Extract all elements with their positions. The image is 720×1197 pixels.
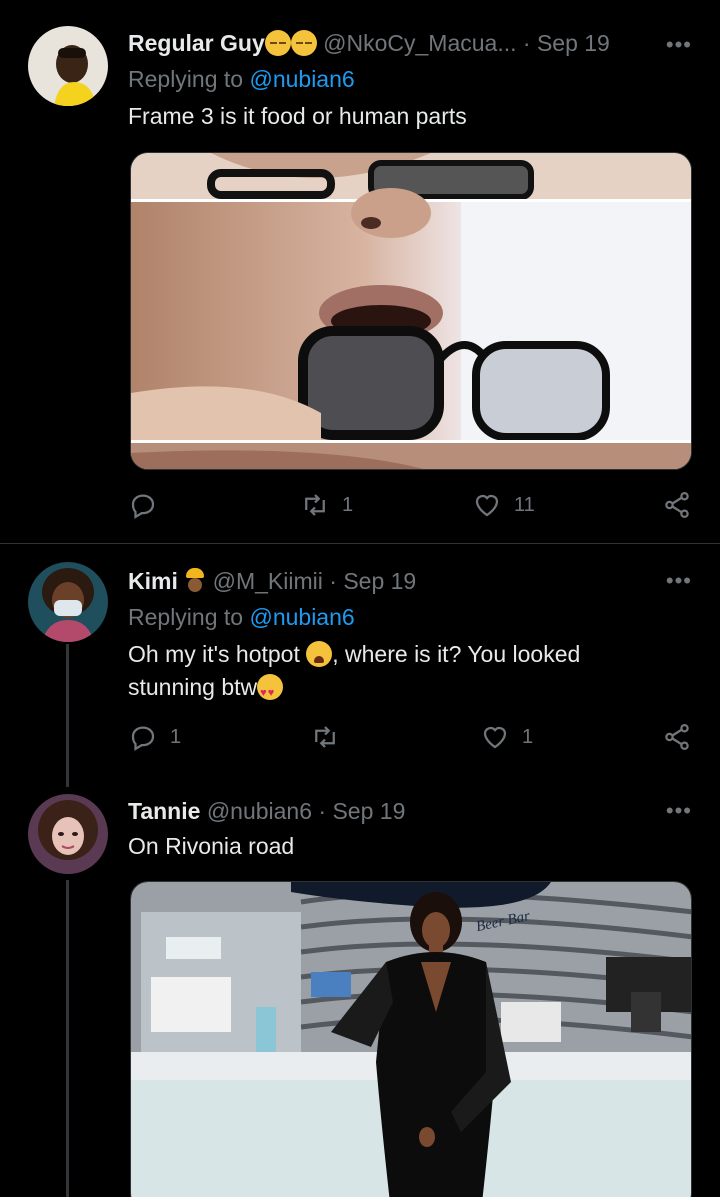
share-button[interactable] <box>662 722 692 752</box>
tweet-photo <box>131 153 691 469</box>
display-name[interactable]: Regular Guy <box>128 30 265 56</box>
thread-line <box>66 880 69 1197</box>
tweet-text-part-1: Oh my it's hotpot <box>128 641 307 667</box>
replying-to-label: Replying to <box>128 604 250 630</box>
like-button[interactable]: 1 <box>480 722 533 752</box>
sleeping-emoji-icon <box>290 30 317 56</box>
weary-face-emoji-icon <box>306 641 333 667</box>
more-options-button[interactable]: ••• <box>666 32 692 58</box>
retweet-count: 1 <box>342 493 354 516</box>
replying-to-handle-link[interactable]: @nubian6 <box>249 604 354 630</box>
tweet-tannie[interactable]: Tannie @nubian6 · Sep 19 ••• On Rivonia … <box>0 784 720 1197</box>
heart-icon <box>475 494 499 517</box>
replying-to: Replying to @nubian6 <box>128 604 355 631</box>
avatar[interactable] <box>28 562 108 642</box>
retweet-button[interactable] <box>310 722 352 752</box>
timestamp[interactable]: · Sep 19 <box>329 568 416 594</box>
username[interactable]: @nubian6 <box>207 798 312 824</box>
display-name[interactable]: Kimi <box>128 568 178 594</box>
tweet-media[interactable]: Beer Bar <box>130 881 692 1197</box>
reply-icon <box>131 726 155 751</box>
tweet-actions: 1 11 <box>128 490 698 524</box>
like-button[interactable]: 11 <box>472 490 535 520</box>
username[interactable]: @M_Kiimii <box>213 568 323 594</box>
tweet-kimi[interactable]: Kimi @M_Kiimii · Sep 19 ••• Replying to … <box>0 544 720 787</box>
username[interactable]: @NkoCy_Macua... <box>323 30 516 56</box>
like-count: 11 <box>514 493 535 516</box>
avatar-image <box>28 562 108 642</box>
retweet-icon <box>305 494 325 516</box>
timestamp[interactable]: · Sep 19 <box>318 798 405 824</box>
reply-button[interactable] <box>128 490 170 520</box>
reply-button[interactable]: 1 <box>128 722 181 752</box>
avatar-image <box>28 794 108 874</box>
tweet-regular-guy[interactable]: Regular Guy @NkoCy_Macua... · Sep 19 •••… <box>0 0 720 543</box>
avatar-image <box>28 26 108 106</box>
display-name[interactable]: Tannie <box>128 798 200 824</box>
replying-to: Replying to @nubian6 <box>128 66 355 93</box>
tweet-actions: 1 1 <box>128 722 698 756</box>
timestamp[interactable]: · Sep 19 <box>523 30 610 56</box>
avatar[interactable] <box>28 26 108 106</box>
tweet-text: On Rivonia road <box>128 833 295 859</box>
tweet-photo: Beer Bar <box>131 882 691 1197</box>
tweet-text: Oh my it's hotpot , where is it? You loo… <box>128 638 624 710</box>
tweet-text: Frame 3 is it food or human parts <box>128 103 467 129</box>
heart-icon <box>483 726 507 749</box>
share-icon <box>665 492 689 518</box>
reply-icon <box>131 494 155 519</box>
more-options-button[interactable]: ••• <box>666 568 692 594</box>
avatar[interactable] <box>28 794 108 874</box>
share-button[interactable] <box>662 490 692 520</box>
heart-eyes-emoji-icon <box>257 674 284 710</box>
tweet-media[interactable] <box>130 152 692 470</box>
replying-to-handle-link[interactable]: @nubian6 <box>249 66 354 92</box>
share-icon <box>665 724 689 750</box>
thread-line <box>66 644 69 787</box>
like-count: 1 <box>522 725 534 748</box>
replying-to-label: Replying to <box>128 66 250 92</box>
retweet-icon <box>315 726 335 748</box>
sleeping-emoji-icon <box>264 30 291 56</box>
more-options-button[interactable]: ••• <box>666 798 692 824</box>
tweet-header: Kimi @M_Kiimii · Sep 19 <box>128 568 640 595</box>
construction-worker-emoji-icon <box>184 568 206 594</box>
reply-count: 1 <box>170 725 182 748</box>
tweet-header: Tannie @nubian6 · Sep 19 <box>128 798 640 825</box>
retweet-button[interactable]: 1 <box>300 490 353 520</box>
tweet-header: Regular Guy @NkoCy_Macua... · Sep 19 <box>128 30 640 57</box>
